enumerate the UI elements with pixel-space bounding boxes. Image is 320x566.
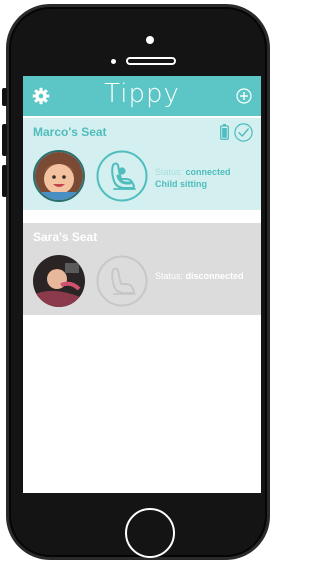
volume-down-button	[2, 165, 7, 197]
mute-switch	[2, 88, 7, 106]
child-photo	[35, 152, 83, 200]
volume-up-button	[2, 124, 7, 156]
avatar	[33, 150, 85, 202]
avatar	[33, 255, 85, 307]
seat-name: Marco's Seat	[33, 125, 107, 139]
child-status: Child sitting	[155, 179, 207, 189]
home-button[interactable]	[125, 508, 175, 558]
check-circle-icon	[234, 123, 253, 142]
status-text: Status: connected	[155, 167, 231, 177]
seat-card-marco[interactable]: Marco's Seat Status: connected Child sit…	[23, 118, 261, 210]
front-camera	[146, 36, 154, 44]
status-text: Status: disconnected	[155, 271, 244, 281]
earpiece-speaker	[126, 57, 176, 65]
seat-name: Sara's Seat	[33, 230, 98, 244]
app-title: Tippy	[104, 79, 180, 109]
app-header: Tippy	[23, 76, 261, 116]
status-label: Status:	[155, 271, 184, 281]
child-photo	[33, 255, 85, 307]
app-screen: Tippy Marco's Seat Status: connected Chi…	[23, 76, 261, 493]
status-label: Status:	[155, 167, 184, 177]
seat-card-sara[interactable]: Sara's Seat Status: disconnected	[23, 223, 261, 315]
proximity-sensor	[111, 59, 116, 64]
plus-circle-icon[interactable]	[236, 88, 252, 104]
battery-icon	[220, 124, 229, 140]
car-seat-icon	[96, 150, 148, 202]
car-seat-icon	[96, 255, 148, 307]
child-status-text: Child sitting	[155, 179, 207, 189]
status-value: disconnected	[185, 271, 244, 281]
status-value: connected	[185, 167, 231, 177]
